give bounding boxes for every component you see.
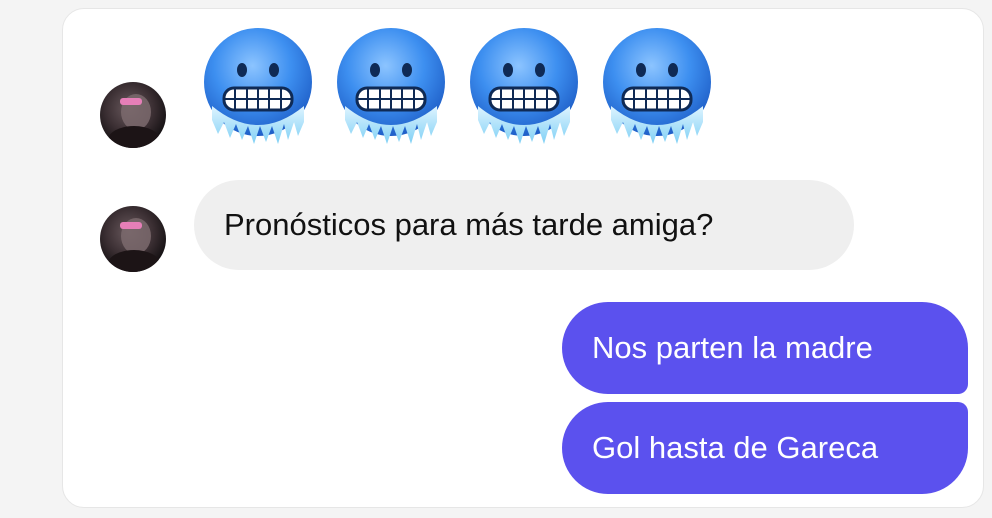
incoming-message-text: Pronósticos para más tarde amiga? (224, 207, 714, 242)
avatar-photo (108, 94, 160, 148)
avatar[interactable] (100, 206, 166, 272)
outgoing-message-text: Nos parten la madre (592, 330, 873, 365)
outgoing-message-text: Gol hasta de Gareca (592, 430, 879, 465)
incoming-message-bubble[interactable]: Pronósticos para más tarde amiga? (194, 180, 854, 270)
emoji-message[interactable] (202, 26, 713, 148)
outgoing-message-bubble[interactable]: Nos parten la madre (562, 302, 968, 394)
avatar[interactable] (100, 82, 166, 148)
outgoing-message-bubble[interactable]: Gol hasta de Gareca (562, 402, 968, 494)
cold-face-emoji-icon (468, 26, 580, 148)
cold-face-emoji-icon (202, 26, 314, 148)
cold-face-emoji-icon (335, 26, 447, 148)
avatar-photo (108, 218, 160, 272)
cold-face-emoji-icon (601, 26, 713, 148)
